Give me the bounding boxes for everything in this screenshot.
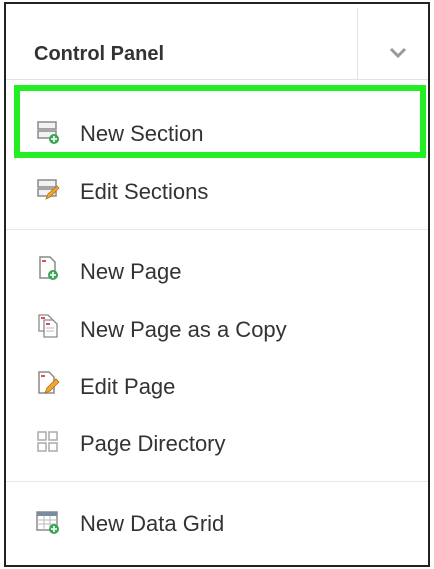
menu-item-label: New Section xyxy=(80,121,204,146)
header-divider xyxy=(357,8,358,80)
menu-item-label: New Page xyxy=(80,259,182,284)
menu-item-label: Edit Page xyxy=(80,374,176,399)
menu-item-edit-sections[interactable]: Edit Sections xyxy=(6,166,428,216)
panel-header[interactable]: Control Panel xyxy=(6,4,428,80)
menu-separator xyxy=(6,481,428,482)
menu-item-label: Page Directory xyxy=(80,431,226,456)
edit-sections-icon xyxy=(37,179,60,200)
menu-item-new-page[interactable]: New Page xyxy=(6,246,428,296)
new-page-icon xyxy=(39,256,58,280)
menu-item-label: New Page as a Copy xyxy=(80,317,287,342)
menu-item-new-page-copy[interactable]: New Page as a Copy xyxy=(6,304,428,354)
menu-item-page-directory[interactable]: Page Directory xyxy=(6,418,428,468)
edit-page-icon xyxy=(38,371,60,394)
menu-separator xyxy=(6,229,428,230)
menu-item-edit-page[interactable]: Edit Page xyxy=(6,361,428,411)
menu-item-label: Edit Sections xyxy=(80,179,209,204)
copy-page-icon xyxy=(38,314,58,338)
chevron-down-icon[interactable] xyxy=(387,46,409,60)
new-data-grid-icon xyxy=(36,511,59,534)
menu-item-new-section[interactable]: New Section xyxy=(6,108,428,158)
menu-item-new-data-grid[interactable]: New Data Grid xyxy=(6,498,428,548)
control-panel: Control Panel New Section Edit Sections xyxy=(4,2,430,567)
page-directory-icon xyxy=(37,431,58,452)
panel-title: Control Panel xyxy=(34,43,165,65)
menu-item-label: New Data Grid xyxy=(80,511,225,536)
new-section-icon xyxy=(37,121,59,144)
